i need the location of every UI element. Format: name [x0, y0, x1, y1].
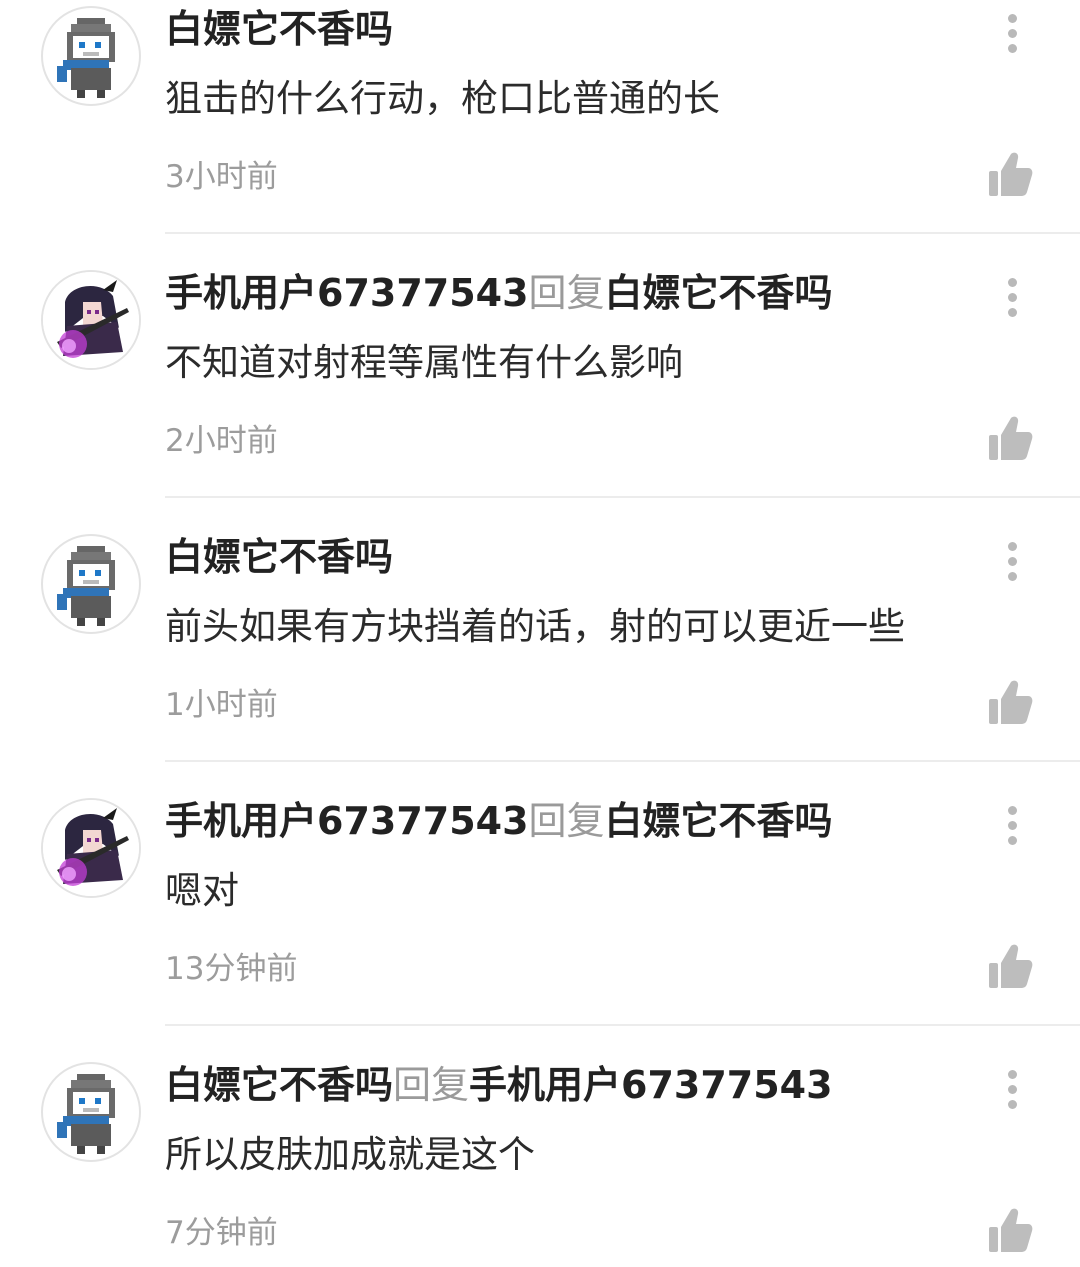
anime-girl-avatar-icon: [43, 272, 139, 368]
divider: [165, 760, 1080, 762]
reply-target-name[interactable]: 白嫖它不香吗: [605, 799, 833, 843]
divider: [165, 1024, 1080, 1026]
comment-item: 手机用户67377543回复白嫖它不香吗 不知道对射程等属性有什么影响 2小时前: [0, 264, 1080, 528]
comment-item: 白嫖它不香吗 狙击的什么行动，枪口比普通的长 3小时前: [0, 0, 1080, 264]
more-vertical-icon: [1007, 277, 1017, 287]
avatar[interactable]: [41, 798, 141, 898]
more-options-button[interactable]: [990, 1064, 1034, 1114]
author-name[interactable]: 手机用户67377543: [165, 271, 529, 315]
ghost-knight-avatar-icon: [57, 1074, 115, 1154]
timestamp: 7分钟前: [165, 1215, 278, 1251]
more-vertical-icon: [1007, 1069, 1017, 1079]
more-options-button[interactable]: [990, 8, 1034, 58]
reply-label: 回复: [528, 271, 605, 315]
reply-target-name[interactable]: 手机用户67377543: [469, 1063, 833, 1107]
timestamp: 13分钟前: [165, 951, 298, 987]
like-button[interactable]: [986, 150, 1034, 200]
comment-header: 白嫖它不香吗: [165, 530, 393, 584]
timestamp: 1小时前: [165, 687, 278, 723]
author-name[interactable]: 白嫖它不香吗: [165, 7, 393, 51]
comment-header: 白嫖它不香吗: [165, 2, 393, 56]
like-button[interactable]: [986, 414, 1034, 464]
comment-text: 狙击的什么行动，枪口比普通的长: [165, 77, 720, 120]
comment-list: 白嫖它不香吗 狙击的什么行动，枪口比普通的长 3小时前 手机用户67377543…: [0, 0, 1080, 1267]
more-vertical-icon: [1007, 805, 1017, 815]
avatar[interactable]: [41, 534, 141, 634]
comment-header: 手机用户67377543回复白嫖它不香吗: [165, 794, 833, 848]
reply-label: 回复: [393, 1063, 470, 1107]
comment-text: 前头如果有方块挡着的话，射的可以更近一些: [165, 605, 905, 648]
thumbs-up-icon: [989, 1208, 1033, 1252]
comment-header: 手机用户67377543回复白嫖它不香吗: [165, 266, 833, 320]
thumbs-up-icon: [989, 416, 1033, 460]
divider: [165, 232, 1080, 234]
author-name[interactable]: 白嫖它不香吗: [165, 535, 393, 579]
ghost-knight-avatar-icon: [57, 546, 115, 626]
comment-item: 手机用户67377543回复白嫖它不香吗 嗯对 13分钟前: [0, 792, 1080, 1056]
comment-header: 白嫖它不香吗回复手机用户67377543: [165, 1058, 833, 1112]
more-options-button[interactable]: [990, 800, 1034, 850]
reply-target-name[interactable]: 白嫖它不香吗: [605, 271, 833, 315]
more-options-button[interactable]: [990, 272, 1034, 322]
divider: [165, 496, 1080, 498]
more-options-button[interactable]: [990, 536, 1034, 586]
author-name[interactable]: 白嫖它不香吗: [165, 1063, 393, 1107]
thumbs-up-icon: [989, 680, 1033, 724]
author-name[interactable]: 手机用户67377543: [165, 799, 529, 843]
comment-item: 白嫖它不香吗 前头如果有方块挡着的话，射的可以更近一些 1小时前: [0, 528, 1080, 792]
timestamp: 2小时前: [165, 423, 278, 459]
comment-text: 所以皮肤加成就是这个: [165, 1133, 535, 1176]
avatar[interactable]: [41, 6, 141, 106]
more-vertical-icon: [1007, 541, 1017, 551]
reply-label: 回复: [528, 799, 605, 843]
timestamp: 3小时前: [165, 159, 278, 195]
ghost-knight-avatar-icon: [57, 18, 115, 98]
anime-girl-avatar-icon: [43, 800, 139, 896]
avatar[interactable]: [41, 270, 141, 370]
comment-item: 白嫖它不香吗回复手机用户67377543 所以皮肤加成就是这个 7分钟前: [0, 1056, 1080, 1267]
more-vertical-icon: [1007, 13, 1017, 23]
avatar[interactable]: [41, 1062, 141, 1162]
like-button[interactable]: [986, 678, 1034, 728]
thumbs-up-icon: [989, 152, 1033, 196]
like-button[interactable]: [986, 942, 1034, 992]
comment-text: 不知道对射程等属性有什么影响: [165, 341, 683, 384]
like-button[interactable]: [986, 1206, 1034, 1256]
comment-text: 嗯对: [165, 869, 239, 912]
thumbs-up-icon: [989, 944, 1033, 988]
